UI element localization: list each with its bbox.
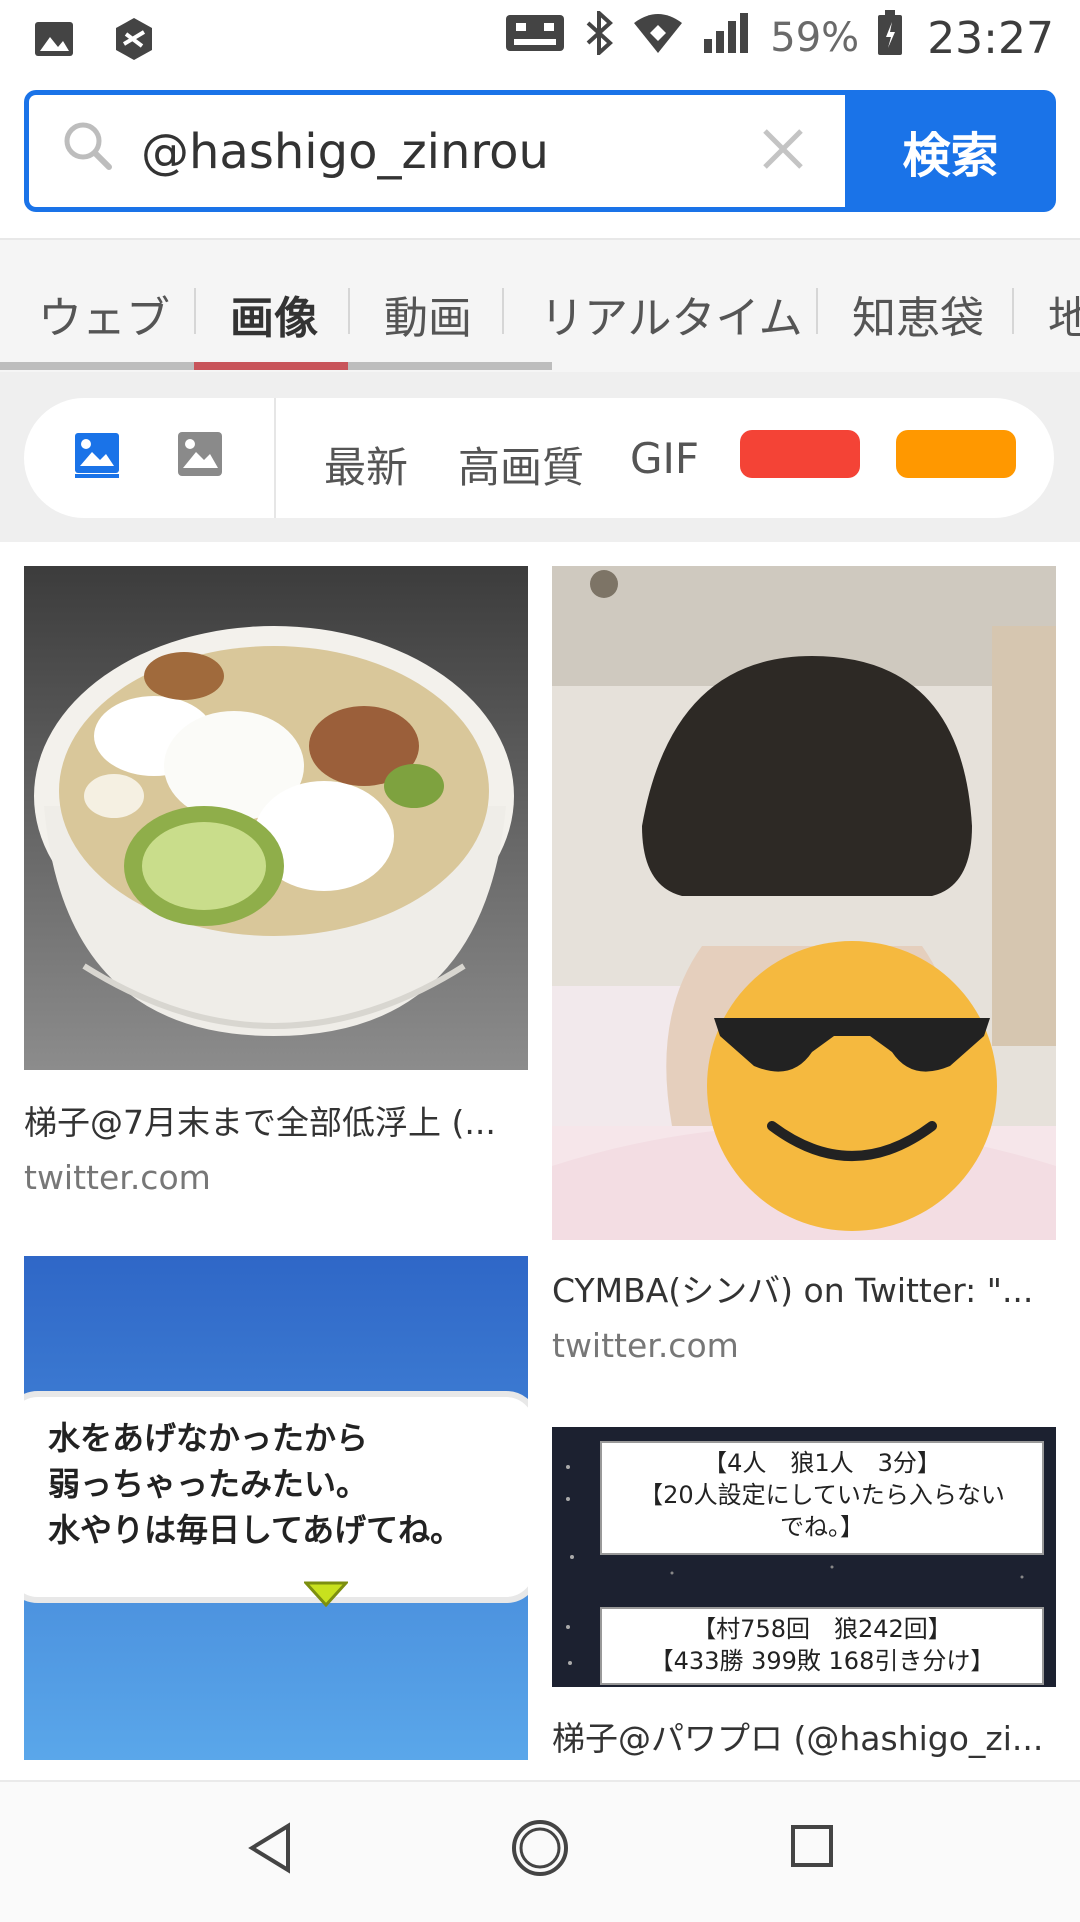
- sync-notification-icon: [108, 14, 160, 68]
- signal-icon: [702, 11, 752, 65]
- filter-high-quality[interactable]: 高画質: [458, 434, 584, 495]
- stats-box-settings: 【4人 狼1人 3分】 【20人設定にしていたら入らない でね。】: [600, 1441, 1044, 1555]
- result-title-3[interactable]: 梯子@パワプロ (@hashigo_zi...: [552, 1712, 1052, 1760]
- search-icon: [61, 119, 115, 177]
- search-box: [24, 90, 845, 212]
- color-filter-red[interactable]: [740, 430, 860, 478]
- clock: 23:27: [927, 12, 1054, 64]
- filter-divider: [274, 398, 276, 518]
- tab-map[interactable]: 地: [1048, 282, 1080, 346]
- system-nav-bar: [0, 1780, 1080, 1922]
- filter-bar: 最新 高画質 GIF: [24, 398, 1054, 518]
- dialog-line: 水やりは毎日してあげてね。: [48, 1511, 463, 1549]
- result-image-3[interactable]: 【4人 狼1人 3分】 【20人設定にしていたら入らない でね。】 【村758回…: [552, 1427, 1056, 1687]
- color-filter-orange[interactable]: [896, 430, 1016, 478]
- result-domain-2[interactable]: twitter.com: [552, 1326, 739, 1365]
- sunglasses-emoji-icon: [707, 941, 997, 1231]
- result-image-1[interactable]: [24, 566, 528, 1070]
- battery-icon: [877, 10, 903, 66]
- tab-web[interactable]: ウェブ: [38, 282, 170, 346]
- result-title-1[interactable]: 梯子@7月末まで全部低浮上 (...: [24, 1096, 524, 1144]
- active-tab-indicator: [194, 362, 348, 370]
- search-input[interactable]: [139, 113, 723, 191]
- filter-area: 最新 高画質 GIF: [0, 372, 1080, 542]
- recents-button-icon[interactable]: [790, 1824, 834, 1872]
- tab-images[interactable]: 画像: [230, 282, 318, 346]
- dialog-line: 水をあげなかったから: [48, 1419, 369, 1457]
- back-button-icon[interactable]: [248, 1822, 292, 1878]
- result-image-4[interactable]: 水をあげなかったから 弱っちゃったみたい。 水やりは毎日してあげてね。: [24, 1256, 528, 1760]
- dialog-bubble: 水をあげなかったから 弱っちゃったみたい。 水やりは毎日してあげてね。: [24, 1391, 528, 1603]
- vibrate-mode-icon: [504, 13, 566, 63]
- dialog-line: 弱っちゃったみたい。: [48, 1465, 369, 1503]
- result-image-2[interactable]: [552, 566, 1056, 1240]
- tab-separator: [502, 288, 504, 334]
- image-size-large-icon[interactable]: [72, 430, 122, 484]
- tab-separator: [816, 288, 818, 334]
- result-domain-1[interactable]: twitter.com: [24, 1158, 211, 1197]
- home-button-icon[interactable]: [510, 1818, 570, 1882]
- clear-search-icon[interactable]: [759, 125, 807, 177]
- stats-box-record: 【村758回 狼242回】 【433勝 399敗 168引き分け】: [600, 1607, 1044, 1685]
- tab-realtime[interactable]: リアルタイム: [540, 282, 803, 346]
- bluetooth-icon: [584, 8, 614, 65]
- filter-gif[interactable]: GIF: [630, 434, 699, 483]
- dialog-arrow-icon: [304, 1581, 348, 1607]
- battery-percent: 59%: [770, 15, 860, 61]
- search-bar: 検索: [24, 90, 1056, 212]
- tab-separator: [1012, 288, 1014, 334]
- gallery-notification-icon: [34, 21, 74, 61]
- tab-separator: [348, 288, 350, 334]
- filter-newest[interactable]: 最新: [324, 434, 408, 495]
- wifi-icon: [632, 11, 684, 65]
- search-button[interactable]: 検索: [845, 90, 1056, 212]
- tab-separator: [194, 288, 196, 334]
- tab-video[interactable]: 動画: [384, 282, 472, 346]
- image-size-small-icon[interactable]: [176, 430, 224, 482]
- search-type-tabs: ウェブ 画像 動画 リアルタイム 知恵袋 地: [0, 238, 1080, 372]
- status-bar: 59% 23:27: [0, 0, 1080, 76]
- tab-chiebukuro[interactable]: 知恵袋: [852, 282, 984, 346]
- result-title-2[interactable]: CYMBA(シンバ) on Twitter: "...: [552, 1264, 1052, 1312]
